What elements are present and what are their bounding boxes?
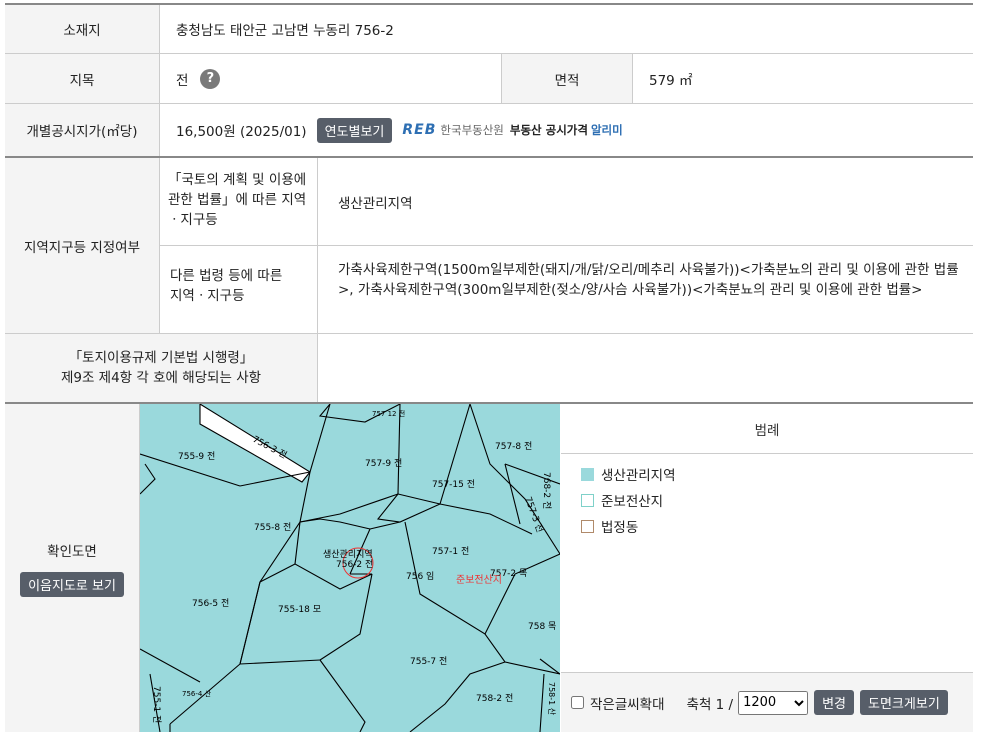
area-value: 579 ㎡	[649, 72, 693, 89]
map-label-755-8: 755-8 전	[254, 522, 291, 533]
map-label-757-1: 757-1 전	[432, 546, 469, 557]
scale-change-button[interactable]: 변경	[814, 690, 855, 715]
reb-link[interactable]: REB 한국부동산원 부동산 공시가격 알리미	[402, 122, 622, 138]
question-icon[interactable]: ?	[200, 68, 221, 89]
price-cell: 16,500원 (2025/01) 연도별보기 REB 한국부동산원 부동산 공…	[160, 104, 973, 156]
reb-service-accent: 알리미	[590, 123, 623, 137]
regulation-label-line2: 제9조 제4항 각 호에 해당되는 사항	[60, 370, 262, 386]
map-label-757-15: 757-15 전	[432, 479, 475, 490]
legend-item-conservation: 준보전산지	[581, 490, 676, 510]
national-law-value: 생산관리지역	[318, 158, 973, 246]
legend-label-legal-dong: 법정동	[601, 520, 639, 536]
legend-item-production: 생산관리지역	[581, 464, 676, 484]
land-category-cell: 전 ?	[160, 54, 502, 103]
small-text-label: 작은글씨확대	[590, 696, 665, 713]
map-label-757-12: 757 12 전	[372, 409, 405, 418]
map-label-758-2: 758-2 전	[476, 693, 513, 704]
scale-label: 축척 1 /	[686, 696, 734, 713]
open-map-button[interactable]: 이음지도로 보기	[20, 571, 124, 597]
legend-swatch-legal-dong	[581, 519, 594, 533]
map-label-758-1: 758-1 산	[547, 682, 557, 716]
area-label: 면적	[502, 54, 633, 103]
map-label-conservation: 준보전산지	[456, 574, 502, 586]
category-row: 지목 전 ? 면적 579 ㎡	[5, 54, 973, 104]
reb-org: 한국부동산원	[440, 123, 504, 137]
location-row: 소재지 충청남도 태안군 고남면 누동리 756-2	[5, 5, 973, 54]
map-label-755-9: 755-9 전	[178, 451, 215, 462]
enlarge-map-button[interactable]: 도면크게보기	[860, 690, 948, 715]
yearly-view-button[interactable]: 연도별보기	[316, 117, 393, 143]
map-label-756-5: 756-5 전	[192, 598, 229, 609]
parcel-map[interactable]: 756-3 전 757 12 전 755-9 전 757-9 전 757-8 전…	[140, 404, 560, 732]
legend-swatch-production	[581, 467, 594, 481]
other-law-label: 다른 법령 등에 따른 지역ㆍ지구등	[160, 246, 318, 333]
map-row: 확인도면 이음지도로 보기 756-3 전 757 12 전 755-9 전 7…	[5, 404, 973, 732]
map-controls: 작은글씨확대 축척 1 / 1200 변경 도면크게보기	[561, 672, 973, 732]
zoning-label: 지역지구등 지정여부	[5, 158, 160, 333]
parcel-map-svg: 756-3 전 757 12 전 755-9 전 757-9 전 757-8 전…	[140, 404, 560, 732]
map-label-755-18: 755-18 모	[278, 605, 321, 615]
map-label-zone: 생산관리지역	[323, 549, 373, 560]
regulation-label: 「토지이용규제 기본법 시행령」 제9조 제4항 각 호에 해당되는 사항	[5, 334, 318, 402]
map-label-757-8: 757-8 전	[495, 441, 532, 452]
map-label-756: 756 임	[406, 570, 434, 582]
legend-item-legal-dong: 법정동	[581, 516, 676, 536]
legend-label-production: 생산관리지역	[601, 468, 676, 484]
reb-logo: REB	[402, 122, 437, 138]
zoning-row: 지역지구등 지정여부 「국토의 계획 및 이용에 관한 법률」에 따른 지역ㆍ지…	[5, 158, 973, 334]
location-value: 충청남도 태안군 고남면 누동리 756-2	[176, 23, 394, 39]
price-row: 개별공시지가(㎡당) 16,500원 (2025/01) 연도별보기 REB 한…	[5, 104, 973, 158]
map-label: 확인도면	[47, 543, 97, 560]
map-label-cell: 확인도면 이음지도로 보기	[5, 404, 140, 732]
map-label-755-1: 755-1 전	[151, 686, 162, 723]
national-law-label: 「국토의 계획 및 이용에 관한 법률」에 따른 지역ㆍ지구등	[160, 158, 318, 246]
map-label-757-9: 757-9 전	[365, 458, 402, 469]
land-category-label: 지목	[5, 54, 160, 103]
scale-select[interactable]: 1200	[738, 690, 809, 715]
map-label-755-7: 755-7 전	[410, 656, 447, 667]
legend-label-conservation: 준보전산지	[601, 494, 664, 510]
regulation-label-line1: 「토지이용규제 기본법 시행령」	[68, 350, 254, 366]
legend-title: 범례	[561, 404, 973, 454]
reb-service: 부동산 공시가격	[509, 123, 588, 137]
land-use-plan-table: 소재지 충청남도 태안군 고남면 누동리 756-2 지목 전 ? 면적 579…	[5, 3, 973, 732]
price-value: 16,500원 (2025/01)	[176, 124, 307, 140]
location-label: 소재지	[5, 5, 160, 53]
map-label-756-4: 756-4 산	[182, 689, 212, 698]
other-law-value: 가축사육제한구역(1500m일부제한(돼지/개/닭/오리/메추리 사육불가))<…	[338, 262, 959, 298]
map-label-768-2: 768-2 전	[541, 472, 552, 509]
land-category-value: 전	[176, 72, 189, 89]
regulation-row: 「토지이용규제 기본법 시행령」 제9조 제4항 각 호에 해당되는 사항	[5, 334, 973, 404]
legend-list: 생산관리지역 준보전산지 법정동	[581, 464, 676, 542]
map-label-758: 758 목	[528, 621, 556, 632]
price-label: 개별공시지가(㎡당)	[5, 104, 160, 156]
map-label-756-2: 756-2 전	[336, 559, 373, 570]
regulation-value	[318, 334, 973, 402]
legend-swatch-conservation	[581, 493, 594, 507]
small-text-checkbox[interactable]	[571, 696, 584, 709]
